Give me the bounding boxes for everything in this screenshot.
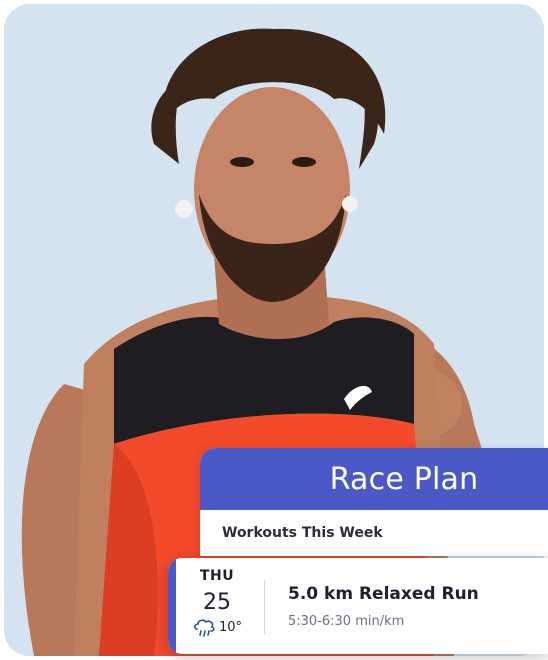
- race-plan-header: Race Plan: [200, 448, 548, 510]
- workout-day-of-week: THU: [199, 568, 235, 584]
- workout-pace: 5:30-6:30 min/km: [288, 614, 405, 629]
- workout-day-number: 25: [203, 590, 231, 615]
- workout-divider: [264, 580, 265, 634]
- weather-temperature: 10°: [218, 619, 243, 635]
- workout-name: 5.0 km Relaxed Run: [288, 584, 479, 604]
- race-plan-title: Race Plan: [329, 461, 479, 497]
- workouts-this-week-label: Workouts This Week: [222, 525, 383, 541]
- cloud-rain-icon: [192, 617, 216, 637]
- race-plan-card[interactable]: Race Plan Workouts This Week: [200, 448, 548, 556]
- workout-details: 5.0 km Relaxed Run 5:30-6:30 min/km: [288, 584, 479, 629]
- workout-date: THU 25 10°: [180, 568, 254, 637]
- weather-forecast: 10°: [180, 617, 254, 637]
- workout-accent-bar: [168, 558, 176, 654]
- workout-row[interactable]: THU 25 10° 5.0 km Relaxed Run 5:30-6:30 …: [168, 558, 548, 654]
